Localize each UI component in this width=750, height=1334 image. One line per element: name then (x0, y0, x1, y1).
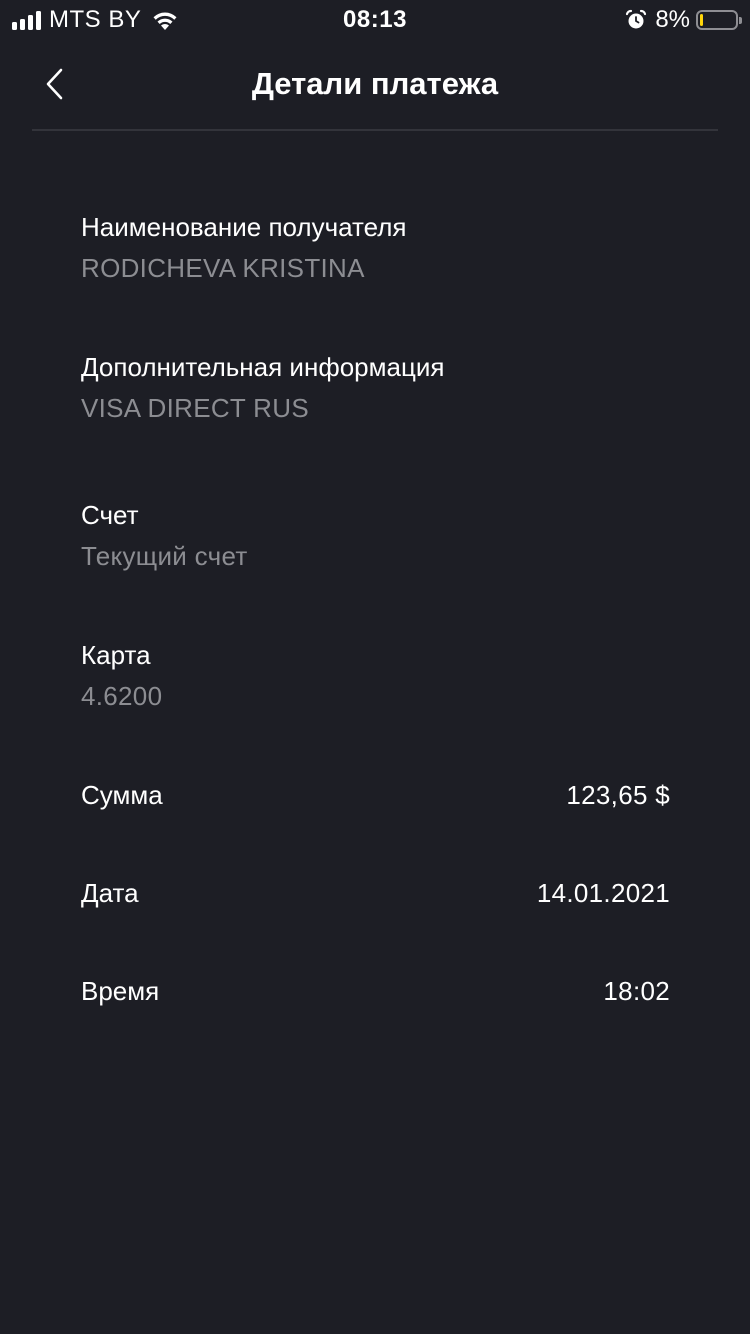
date-label: Дата (81, 877, 139, 908)
recipient-block: Наименование получателя RODICHEVA KRISTI… (81, 211, 670, 284)
time-value: 18:02 (603, 975, 670, 1006)
amount-label: Сумма (81, 779, 163, 810)
battery-icon (696, 10, 742, 30)
recipient-label: Наименование получателя (81, 212, 407, 242)
battery-fill (700, 14, 703, 26)
additional-info-value: VISA DIRECT RUS (81, 393, 309, 423)
time-row: Время 18:02 (81, 973, 670, 1009)
card-label: Карта (81, 640, 151, 670)
account-value: Текущий счет (81, 541, 248, 571)
time-label: Время (81, 975, 160, 1006)
nav-bar: Детали платежа (32, 40, 718, 131)
account-label: Счет (81, 500, 139, 530)
card-block: Карта 4.6200 (81, 639, 670, 712)
additional-info-block: Дополнительная информация VISA DIRECT RU… (81, 351, 670, 424)
page-title: Детали платежа (251, 66, 499, 101)
battery-percent: 8% (655, 6, 690, 33)
additional-info-label: Дополнительная информация (81, 352, 445, 382)
amount-value: 123,65 $ (566, 779, 670, 810)
account-block: Счет Текущий счет (81, 499, 670, 572)
status-bar-right: 8% (625, 6, 742, 34)
recipient-value: RODICHEVA KRISTINA (81, 253, 365, 283)
alarm-icon (625, 9, 655, 31)
date-value: 14.01.2021 (536, 877, 670, 908)
status-bar: MTS BY 08:13 8% (0, 0, 750, 40)
amount-row: Сумма 123,65 $ (81, 777, 670, 813)
card-value: 4.6200 (81, 681, 163, 711)
date-row: Дата 14.01.2021 (81, 875, 670, 911)
